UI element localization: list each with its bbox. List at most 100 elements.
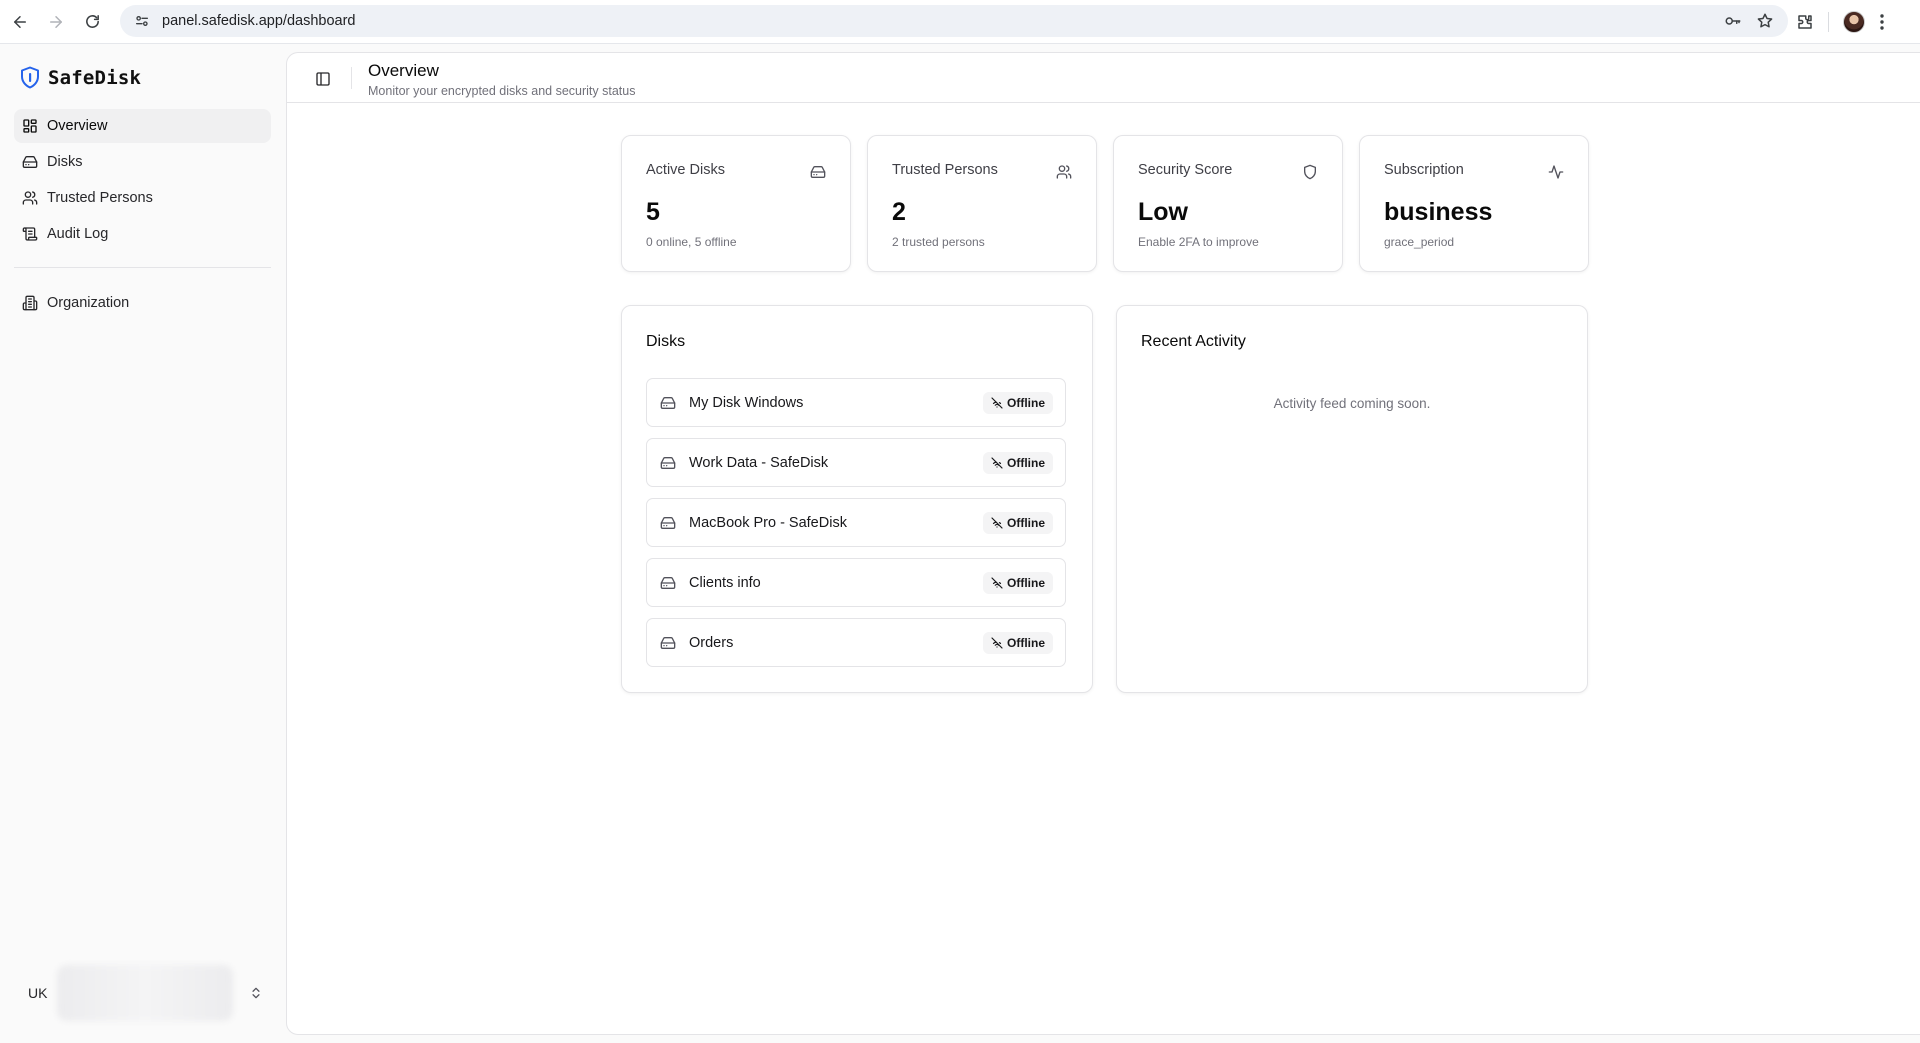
main-content: Overview Monitor your encrypted disks an… <box>286 52 1920 1035</box>
activity-empty-state: Activity feed coming soon. <box>1273 396 1431 411</box>
status-badge: Offline <box>983 571 1053 594</box>
status-label: Offline <box>1007 575 1045 590</box>
disk-name: Clients info <box>689 574 761 591</box>
hard-drive-icon <box>660 395 676 411</box>
building-icon <box>22 295 38 311</box>
stat-label: Subscription <box>1384 162 1464 178</box>
organization-name-redacted <box>57 965 234 1021</box>
disk-row[interactable]: Orders Offline <box>646 618 1066 667</box>
page-subtitle: Monitor your encrypted disks and securit… <box>368 84 636 98</box>
more-menu-icon[interactable] <box>1879 13 1885 31</box>
organization-switcher[interactable]: UK <box>14 964 271 1022</box>
status-label: Offline <box>1007 395 1045 410</box>
layout-grid-icon <box>23 119 37 133</box>
hard-drive-icon <box>810 166 826 178</box>
disk-name: My Disk Windows <box>689 394 804 411</box>
organization-code: UK <box>28 985 48 1001</box>
stat-subtext: Enable 2FA to improve <box>1138 235 1259 249</box>
disk-name: MacBook Pro - SafeDisk <box>689 514 847 531</box>
disk-list: My Disk Windows Offline Work Data - Safe… <box>646 378 1066 678</box>
activity-icon <box>1548 165 1564 179</box>
page-header: Overview Monitor your encrypted disks an… <box>287 53 1920 103</box>
stat-card-active-disks: Active Disks 5 0 online, 5 offline <box>621 135 851 272</box>
hard-drive-icon <box>22 156 38 168</box>
panel-left-icon <box>316 72 330 86</box>
sidebar-item-label: Audit Log <box>47 226 109 242</box>
sidebar-item-overview[interactable]: Overview <box>14 109 271 143</box>
hard-drive-icon <box>660 515 676 531</box>
sidebar-nav: Overview Disks Trusted Persons Audit Log… <box>14 109 271 322</box>
forward-button[interactable] <box>38 4 74 40</box>
password-key-icon[interactable] <box>1724 12 1742 30</box>
header-divider <box>351 67 352 89</box>
status-badge: Offline <box>983 631 1053 654</box>
stat-label: Active Disks <box>646 162 725 178</box>
disk-row[interactable]: MacBook Pro - SafeDisk Offline <box>646 498 1066 547</box>
recent-activity-panel: Recent Activity Activity feed coming soo… <box>1116 305 1588 693</box>
hard-drive-icon <box>660 455 676 471</box>
wifi-off-icon <box>991 636 1003 649</box>
disk-row[interactable]: Clients info Offline <box>646 558 1066 607</box>
scroll-text-icon <box>22 227 38 241</box>
sidebar-item-audit-log[interactable]: Audit Log <box>14 217 271 251</box>
panel-title: Recent Activity <box>1141 333 1246 350</box>
status-label: Offline <box>1007 515 1045 530</box>
wifi-off-icon <box>991 576 1003 589</box>
sidebar-item-label: Overview <box>47 118 108 134</box>
stat-value: 5 <box>646 198 660 226</box>
sidebar-item-disks[interactable]: Disks <box>14 145 271 179</box>
back-button[interactable] <box>2 4 38 40</box>
bookmark-star-icon[interactable] <box>1756 12 1774 30</box>
sidebar: SafeDisk Overview Disks Trusted Persons … <box>0 44 286 1043</box>
sidebar-toggle-button[interactable] <box>310 66 336 92</box>
users-icon <box>22 191 38 205</box>
stat-value: 2 <box>892 198 906 226</box>
panel-title: Disks <box>646 333 686 350</box>
stat-label: Trusted Persons <box>892 162 998 178</box>
stat-subtext: 2 trusted persons <box>892 235 985 249</box>
status-label: Offline <box>1007 455 1045 470</box>
brand-name: SafeDisk <box>48 66 142 89</box>
status-label: Offline <box>1007 635 1045 650</box>
sidebar-item-label: Disks <box>47 154 83 170</box>
page-title: Overview <box>368 61 439 80</box>
chevrons-up-down-icon <box>252 987 260 999</box>
disk-row[interactable]: My Disk Windows Offline <box>646 378 1066 427</box>
site-info-icon[interactable] <box>126 13 158 29</box>
sidebar-divider <box>14 267 271 268</box>
brand[interactable]: SafeDisk <box>20 66 141 89</box>
sidebar-item-label: Organization <box>47 295 130 311</box>
stat-value: business <box>1384 198 1493 226</box>
wifi-off-icon <box>991 516 1003 529</box>
stat-value: Low <box>1138 198 1188 226</box>
sidebar-item-trusted-persons[interactable]: Trusted Persons <box>14 181 271 215</box>
status-badge: Offline <box>983 391 1053 414</box>
users-icon <box>1056 165 1072 179</box>
stat-label: Security Score <box>1138 162 1233 178</box>
toolbar-divider <box>1828 12 1829 32</box>
reload-icon <box>85 15 99 28</box>
profile-avatar[interactable] <box>1843 11 1865 33</box>
extensions-puzzle-icon[interactable] <box>1796 13 1814 31</box>
stat-card-trusted-persons: Trusted Persons 2 2 trusted persons <box>867 135 1097 272</box>
shield-logo-icon <box>21 66 39 89</box>
wifi-off-icon <box>991 456 1003 469</box>
arrow-right-icon <box>50 15 62 28</box>
disks-panel: Disks My Disk Windows Offline Work Data … <box>621 305 1093 693</box>
shield-icon <box>1304 164 1316 180</box>
disk-row[interactable]: Work Data - SafeDisk Offline <box>646 438 1066 487</box>
arrow-left-icon <box>14 15 26 28</box>
url-text: panel.safedisk.app/dashboard <box>162 13 356 29</box>
disk-name: Orders <box>689 634 734 651</box>
stat-card-subscription: Subscription business grace_period <box>1359 135 1589 272</box>
hard-drive-icon <box>660 635 676 651</box>
status-badge: Offline <box>983 511 1053 534</box>
browser-toolbar: panel.safedisk.app/dashboard <box>0 0 1920 44</box>
address-bar[interactable]: panel.safedisk.app/dashboard <box>120 5 1788 37</box>
reload-button[interactable] <box>74 4 110 40</box>
stats-row: Active Disks 5 0 online, 5 offline Trust… <box>621 135 1589 272</box>
disk-name: Work Data - SafeDisk <box>689 454 829 471</box>
status-badge: Offline <box>983 451 1053 474</box>
stat-subtext: 0 online, 5 offline <box>646 235 737 249</box>
sidebar-item-organization[interactable]: Organization <box>14 286 271 320</box>
